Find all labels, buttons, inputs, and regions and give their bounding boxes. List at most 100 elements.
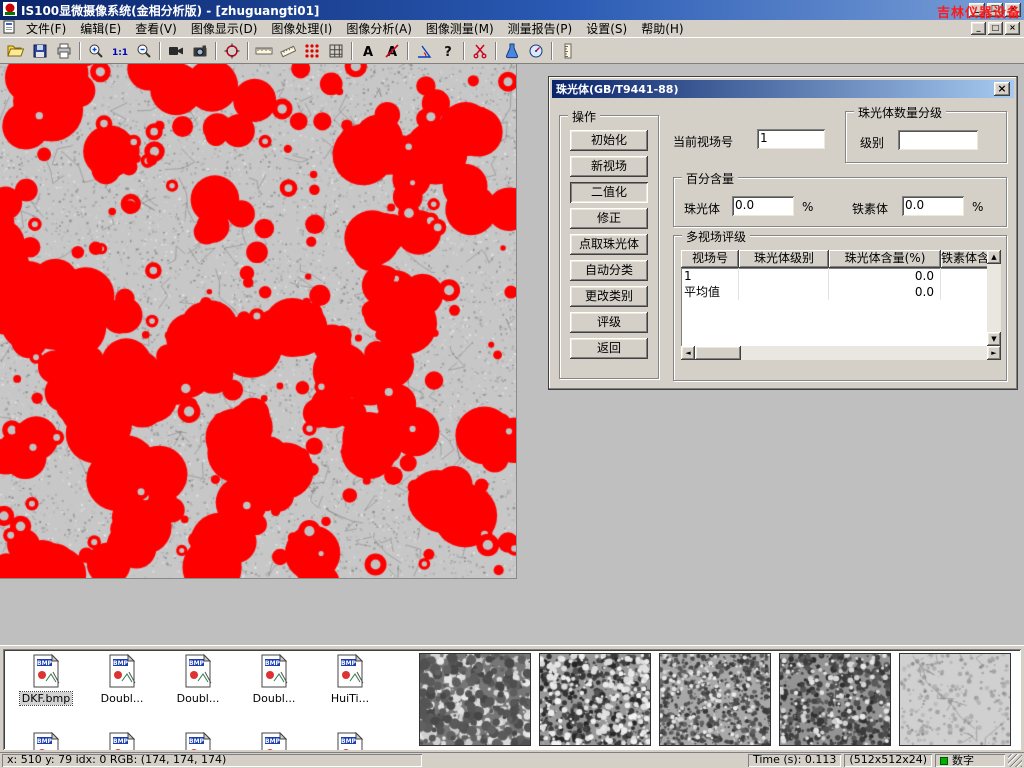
scrollbar-thumb[interactable] bbox=[695, 346, 741, 360]
menu-item-1[interactable]: 文件(F) bbox=[19, 19, 73, 38]
bmp-file-icon: BMP bbox=[334, 654, 366, 691]
document-icon bbox=[2, 20, 16, 37]
operation-button-3[interactable]: 二值化 bbox=[570, 182, 648, 203]
menu-item-5[interactable]: 图像处理(I) bbox=[264, 19, 339, 38]
table-vertical-scrollbar[interactable]: ▲ ▼ bbox=[987, 250, 1001, 346]
menu-item-4[interactable]: 图像显示(D) bbox=[184, 19, 265, 38]
scroll-up-icon[interactable]: ▲ bbox=[987, 250, 1001, 264]
file-item[interactable]: BMPDKF.bmp bbox=[8, 651, 84, 729]
actual-size-icon[interactable]: 1:1 bbox=[108, 40, 132, 62]
operation-button-9[interactable]: 返回 bbox=[570, 338, 648, 359]
flask-icon[interactable] bbox=[500, 40, 524, 62]
time-info: Time (s): 0.113 bbox=[748, 754, 841, 767]
video-camera-icon[interactable] bbox=[164, 40, 188, 62]
operation-button-5[interactable]: 点取珠光体 bbox=[570, 234, 648, 255]
rating-table: 视场号珠光体级别珠光体含量(%)铁素体含量(%) 10.0平均值0.0 ▲ ▼ … bbox=[681, 250, 1001, 376]
text-label-icon[interactable]: A bbox=[356, 40, 380, 62]
table-header-cell[interactable]: 铁素体含量(%) bbox=[941, 250, 987, 268]
ruler-vertical-icon[interactable] bbox=[556, 40, 580, 62]
toolbar-separator bbox=[351, 42, 353, 60]
micrograph-image[interactable] bbox=[0, 64, 517, 579]
file-browser-panel: BMPDKF.bmpBMPDoubl...BMPDoubl...BMPDoubl… bbox=[0, 645, 1024, 752]
image-thumbnail[interactable] bbox=[779, 653, 891, 746]
file-label: HuiTi... bbox=[331, 692, 369, 705]
save-icon[interactable] bbox=[28, 40, 52, 62]
image-thumbnail[interactable] bbox=[419, 653, 531, 746]
operation-button-6[interactable]: 自动分类 bbox=[570, 260, 648, 281]
file-item[interactable]: BMP bbox=[236, 729, 312, 750]
file-item[interactable]: BMP bbox=[8, 729, 84, 750]
open-icon[interactable] bbox=[4, 40, 28, 62]
mode-label: 数字 bbox=[952, 755, 974, 767]
file-item[interactable]: BMP bbox=[160, 729, 236, 750]
dialog-title-bar[interactable]: 珠光体(GB/T9441-88) × bbox=[552, 80, 1014, 98]
operation-button-7[interactable]: 更改类别 bbox=[570, 286, 648, 307]
print-icon[interactable] bbox=[52, 40, 76, 62]
menu-item-7[interactable]: 图像测量(M) bbox=[419, 19, 501, 38]
pearlite-percent-input[interactable]: 0.0 bbox=[732, 196, 794, 216]
table-header-cell[interactable]: 珠光体级别 bbox=[739, 250, 829, 268]
camera-icon[interactable] bbox=[188, 40, 212, 62]
file-item[interactable]: BMP bbox=[312, 729, 388, 750]
scroll-left-icon[interactable]: ◄ bbox=[681, 346, 695, 360]
mdi-minimize-button[interactable]: _ bbox=[971, 22, 986, 35]
operation-button-4[interactable]: 修正 bbox=[570, 208, 648, 229]
table-cell bbox=[739, 284, 829, 300]
bmp-file-icon: BMP bbox=[258, 732, 290, 750]
zoom-in-icon[interactable] bbox=[84, 40, 108, 62]
zoom-out-icon[interactable] bbox=[132, 40, 156, 62]
bmp-file-icon: BMP bbox=[106, 654, 138, 691]
caliper-icon[interactable] bbox=[252, 40, 276, 62]
bmp-file-icon: BMP bbox=[182, 654, 214, 691]
file-item[interactable]: BMPHuiTi... bbox=[312, 651, 388, 729]
operation-button-2[interactable]: 新视场 bbox=[570, 156, 648, 177]
table-header-cell[interactable]: 珠光体含量(%) bbox=[829, 250, 941, 268]
title-bar[interactable]: IS100显微摄像系统(金相分析版) - [zhuguangti01] _ □ … bbox=[0, 0, 1024, 20]
ferrite-percent-input[interactable]: 0.0 bbox=[902, 196, 964, 216]
file-item[interactable]: BMPDoubl... bbox=[160, 651, 236, 729]
level-input[interactable] bbox=[898, 130, 978, 150]
table-row[interactable]: 10.0 bbox=[681, 268, 987, 284]
angle-measure-icon[interactable] bbox=[412, 40, 436, 62]
table-header-cell[interactable]: 视场号 bbox=[681, 250, 739, 268]
scroll-right-icon[interactable]: ► bbox=[987, 346, 1001, 360]
table-body[interactable]: 10.0平均值0.0 bbox=[681, 268, 987, 346]
text-delete-icon[interactable]: A bbox=[380, 40, 404, 62]
dialog-close-button[interactable]: × bbox=[994, 82, 1010, 96]
ruler-icon[interactable] bbox=[276, 40, 300, 62]
pearlite-unit: % bbox=[802, 200, 813, 214]
mdi-restore-button[interactable]: □ bbox=[988, 22, 1003, 35]
scroll-down-icon[interactable]: ▼ bbox=[987, 332, 1001, 346]
operation-button-8[interactable]: 评级 bbox=[570, 312, 648, 333]
current-field-input[interactable]: 1 bbox=[757, 129, 825, 149]
menu-item-9[interactable]: 设置(S) bbox=[579, 19, 634, 38]
file-list[interactable]: BMPDKF.bmpBMPDoubl...BMPDoubl...BMPDoubl… bbox=[3, 649, 1021, 750]
table-cell bbox=[739, 268, 829, 284]
menu-item-6[interactable]: 图像分析(A) bbox=[339, 19, 419, 38]
grid-icon[interactable] bbox=[324, 40, 348, 62]
menu-item-10[interactable]: 帮助(H) bbox=[634, 19, 690, 38]
mode-indicator: 数字 bbox=[935, 754, 1005, 767]
menu-item-2[interactable]: 编辑(E) bbox=[73, 19, 128, 38]
file-item[interactable]: BMPDoubl... bbox=[84, 651, 160, 729]
table-row[interactable]: 平均值0.0 bbox=[681, 284, 987, 300]
cut-icon[interactable] bbox=[468, 40, 492, 62]
image-thumbnail[interactable] bbox=[659, 653, 771, 746]
image-thumbnail[interactable] bbox=[539, 653, 651, 746]
capture-target-icon[interactable] bbox=[220, 40, 244, 62]
menu-item-3[interactable]: 查看(V) bbox=[128, 19, 184, 38]
table-horizontal-scrollbar[interactable]: ◄ ► bbox=[681, 346, 1001, 360]
help-icon[interactable]: ? bbox=[436, 40, 460, 62]
image-thumbnail[interactable] bbox=[899, 653, 1011, 746]
level-label: 级别 bbox=[860, 134, 884, 151]
file-item[interactable]: BMP bbox=[84, 729, 160, 750]
file-item[interactable]: BMPDoubl... bbox=[236, 651, 312, 729]
status-bar: x: 510 y: 79 idx: 0 RGB: (174, 174, 174)… bbox=[0, 752, 1024, 768]
toolbar-separator bbox=[159, 42, 161, 60]
operation-button-1[interactable]: 初始化 bbox=[570, 130, 648, 151]
resize-grip[interactable] bbox=[1008, 754, 1022, 767]
meter-icon[interactable] bbox=[524, 40, 548, 62]
mdi-close-button[interactable]: × bbox=[1005, 22, 1020, 35]
count-grid-icon[interactable] bbox=[300, 40, 324, 62]
menu-item-8[interactable]: 测量报告(P) bbox=[501, 19, 580, 38]
